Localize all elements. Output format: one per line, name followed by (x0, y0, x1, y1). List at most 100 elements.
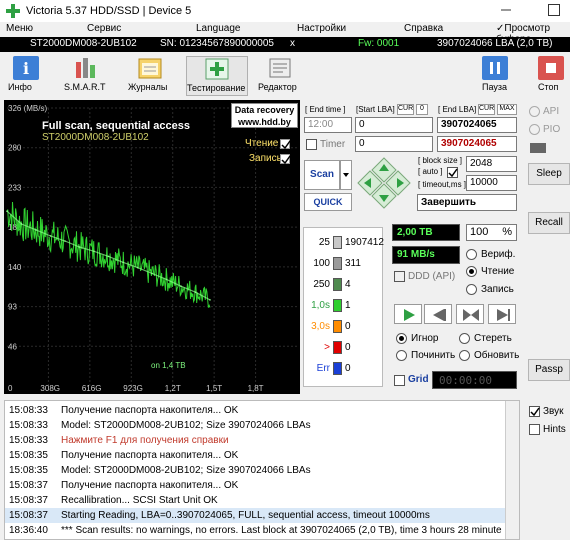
scan-button[interactable]: Scan (304, 160, 340, 190)
log-message: Starting Reading, LBA=0..3907024065, FUL… (61, 510, 430, 521)
ignore-radio[interactable] (396, 333, 407, 344)
start-lba-zero-button[interactable]: 0 (416, 104, 428, 115)
back-button[interactable] (424, 304, 452, 324)
log-message: Model: ST2000DM008-2UB102; Size 39070240… (61, 465, 311, 476)
end-lba-field[interactable]: 3907024065 (437, 117, 517, 133)
menu-item-help[interactable]: Справка (404, 23, 443, 34)
y-tick-label: 326 (MB/s) (8, 104, 47, 113)
stop-button[interactable]: Стоп (538, 56, 564, 96)
end-time-field[interactable]: 12:00 (304, 117, 352, 133)
legend-read-checkbox[interactable] (280, 139, 291, 150)
refresh-radio[interactable] (459, 350, 470, 361)
ddd-label: DDD (API) (408, 271, 456, 282)
power-indicator (530, 143, 546, 153)
menu-item-settings[interactable]: Настройки (297, 23, 346, 34)
passport-button[interactable]: Passp (528, 359, 570, 381)
pio-label: PIO (543, 124, 561, 135)
y-tick-label: 46 (8, 342, 17, 351)
log-message: Получение паспорта накопителя... OK (61, 450, 239, 461)
refresh-label: Обновить (474, 350, 520, 361)
auto-checkbox[interactable] (447, 167, 458, 178)
read-speed-point (49, 235, 52, 237)
x-tick-label: 616G (82, 384, 102, 393)
finish-action-select[interactable]: Завершить (417, 194, 517, 211)
play-button[interactable] (394, 304, 422, 324)
menu-item-language[interactable]: Language (196, 23, 241, 34)
y-tick-label: 280 (8, 144, 22, 153)
recall-button[interactable]: Recall (528, 212, 570, 234)
erase-radio[interactable] (459, 333, 470, 344)
menu-item-service[interactable]: Сервис (87, 23, 121, 34)
log-scrollbar[interactable] (505, 401, 519, 539)
pause-button[interactable]: Пауза (482, 56, 508, 96)
start-lba-cur-button[interactable]: CUR (397, 104, 414, 115)
timeout-field[interactable]: 10000 (466, 175, 517, 191)
access-time-row: 1,0s 1 (304, 297, 384, 315)
read-radio[interactable] (466, 266, 477, 277)
access-time-row: 3,0s 0 (304, 318, 384, 336)
api-radio[interactable] (529, 106, 540, 117)
end-lba-cur-button[interactable]: CUR (478, 104, 495, 115)
legend-write-label: Запись (249, 153, 282, 164)
log-line: 15:08:33 Model: ST2000DM008-2UB102; Size … (5, 418, 519, 433)
editor-button[interactable]: Редактор (258, 56, 302, 96)
timer-field[interactable]: 0 (355, 136, 433, 152)
access-time-row: 25 1907412 (304, 234, 384, 252)
close-device-button[interactable]: x (290, 38, 295, 49)
write-radio[interactable] (466, 284, 477, 295)
timeout-label: [ timeout,ms ] (418, 180, 467, 189)
read-speed-point (6, 210, 8, 212)
auto-label: [ auto ] (418, 167, 443, 176)
access-time-count: 1907412 (345, 237, 384, 248)
speed-chart: 326 (MB/s) 280 233 186 140 93 46 0 308G 616G 923G 1… (4, 100, 300, 394)
access-time-key: 100 (313, 258, 330, 269)
end-button[interactable] (488, 304, 516, 324)
maximize-icon[interactable] (548, 4, 560, 16)
log-message: Model: ST2000DM008-2UB102; Size 39070240… (61, 420, 311, 431)
toolbar: i Инфо S.M.A.R.T Журналы Тестирование Ре… (0, 52, 570, 97)
skip-button[interactable] (456, 304, 484, 324)
legend-read-label: Чтение (245, 138, 279, 149)
percent-display: 100% (466, 224, 517, 241)
device-lba: 3907024066 LBA (2,0 TB) (437, 38, 553, 49)
access-time-key: 25 (318, 237, 330, 248)
sound-checkbox[interactable] (529, 406, 540, 417)
testing-button[interactable]: Тестирование (186, 56, 248, 96)
scan-dropdown[interactable] (340, 160, 352, 190)
info-button[interactable]: i Инфо (8, 56, 44, 96)
repair-radio[interactable] (396, 350, 407, 361)
access-time-key: > (324, 342, 330, 353)
logs-button[interactable]: Журналы (128, 56, 172, 96)
pio-radio[interactable] (529, 124, 540, 135)
direction-pad[interactable] (356, 156, 412, 210)
log-line: 18:36:40 *** Scan results: no warnings, n… (5, 523, 519, 538)
legend-write-checkbox[interactable] (280, 154, 291, 165)
menu-item-menu[interactable]: Меню (6, 23, 33, 34)
write-label: Запись (481, 284, 514, 295)
svg-text:i: i (23, 59, 29, 78)
grid-checkbox[interactable] (394, 375, 405, 386)
verify-radio[interactable] (466, 249, 477, 260)
read-speed-point (107, 255, 110, 258)
smart-button[interactable]: S.M.A.R.T (64, 56, 108, 96)
hints-checkbox[interactable] (529, 424, 540, 435)
ddd-checkbox[interactable] (394, 271, 405, 282)
chevron-down-icon (343, 173, 349, 177)
quick-button[interactable]: QUICK (304, 193, 352, 211)
start-lba-field[interactable]: 0 (355, 117, 433, 133)
end-lba-max-button[interactable]: MAX (497, 104, 517, 115)
log-line: 15:08:37 Recallibration... SCSI Start Uni… (5, 493, 519, 508)
log-time: 15:08:37 (9, 480, 48, 491)
menu-bar: Меню Сервис Language Настройки Справка ✓… (0, 22, 570, 45)
y-tick-label: 140 (8, 263, 22, 272)
minimize-icon[interactable] (500, 4, 512, 16)
log-message: Получение паспорта накопителя... OK (61, 480, 239, 491)
block-size-field[interactable]: 2048 (466, 156, 517, 172)
sleep-button[interactable]: Sleep (528, 163, 570, 185)
x-tick-label: 308G (40, 384, 60, 393)
play-icon (404, 309, 415, 321)
log-time: 15:08:33 (9, 435, 48, 446)
timer-checkbox[interactable] (306, 139, 317, 150)
access-time-swatch (333, 299, 342, 312)
device-model: ST2000DM008-2UB102 (30, 38, 137, 49)
